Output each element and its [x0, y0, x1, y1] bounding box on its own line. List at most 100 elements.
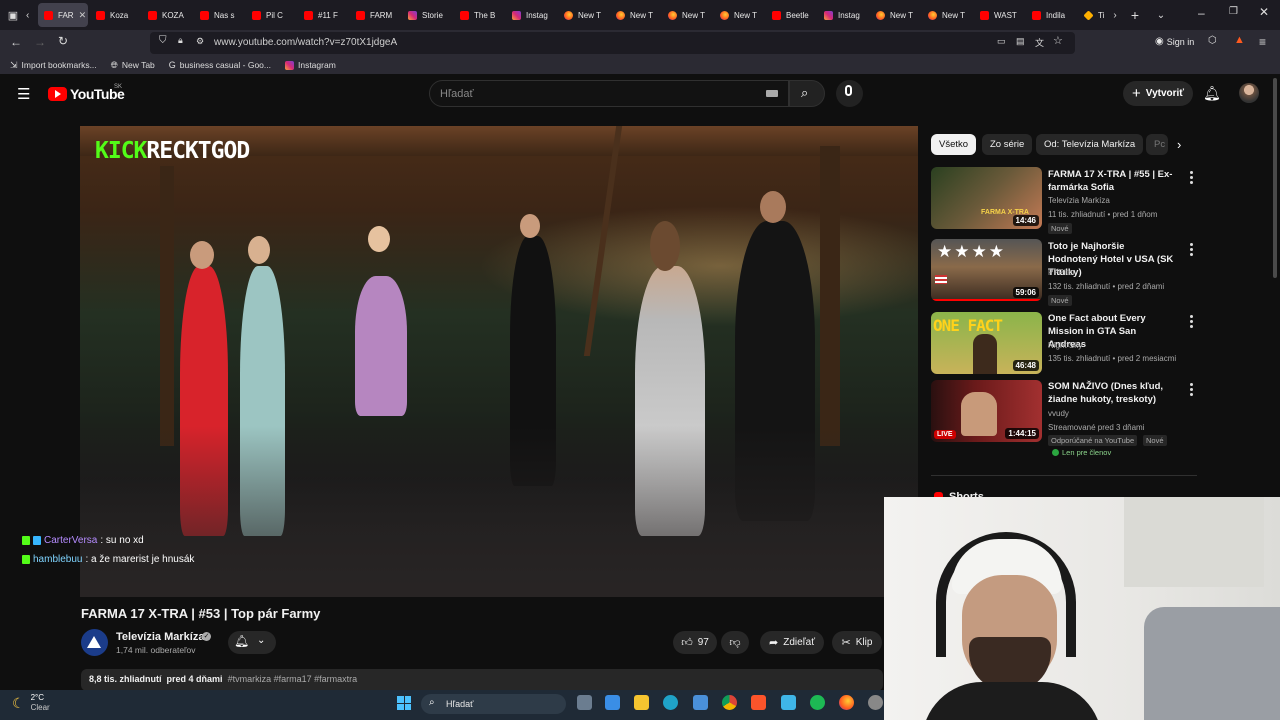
- lock-icon[interactable]: 🔒︎: [178, 35, 183, 46]
- create-button[interactable]: + Vytvoriť: [1123, 81, 1194, 106]
- recommendation-thumbnail[interactable]: LIVE 1:44:15: [931, 380, 1042, 442]
- hamburger-menu-icon[interactable]: ☰: [17, 85, 30, 103]
- browser-tab[interactable]: Pil C: [246, 3, 296, 27]
- chip-more[interactable]: Pc: [1146, 134, 1168, 155]
- browser-tab[interactable]: New T: [558, 3, 608, 27]
- search-input[interactable]: [429, 80, 789, 107]
- browser-tab[interactable]: Instag: [818, 3, 868, 27]
- browser-tab[interactable]: New T: [870, 3, 920, 27]
- browser-tab[interactable]: Instag: [506, 3, 556, 27]
- chrome-icon[interactable]: [722, 695, 737, 710]
- browser-tab[interactable]: KOZA: [142, 3, 192, 27]
- close-window-icon[interactable]: ✕: [1259, 5, 1269, 19]
- scrollbar[interactable]: [1273, 78, 1277, 278]
- chip-scroll-right-icon[interactable]: ›: [1177, 137, 1181, 152]
- browser-tab[interactable]: Ti: [1078, 3, 1108, 27]
- browser-tab[interactable]: Nas s: [194, 3, 244, 27]
- browser-tab[interactable]: Beetle: [766, 3, 816, 27]
- photos-icon[interactable]: [693, 695, 708, 710]
- browser-tab[interactable]: WAST: [974, 3, 1024, 27]
- weather-widget[interactable]: ☾ 2°C Clear: [12, 693, 50, 713]
- dislike-button[interactable]: 👎︎: [721, 631, 749, 654]
- new-tab-icon[interactable]: +: [1122, 7, 1148, 23]
- recommendation-title[interactable]: SOM NAŽIVO (Dnes kľud, žiadne hukoty, tr…: [1048, 380, 1176, 406]
- hashtags[interactable]: #tvmarkiza #farma17 #farmaxtra: [228, 674, 358, 684]
- share-button[interactable]: ➦ Zdieľať: [760, 631, 824, 654]
- chip-from-series[interactable]: Zo série: [982, 134, 1033, 155]
- recommendation-thumbnail[interactable]: ONE FACT 46:48: [931, 312, 1042, 374]
- taskbar-search-input[interactable]: [421, 694, 566, 714]
- browser-tab[interactable]: New T: [714, 3, 764, 27]
- pip-icon[interactable]: ▭: [997, 36, 1006, 47]
- task-view-icon[interactable]: [577, 695, 592, 710]
- browser-tab[interactable]: New T: [610, 3, 660, 27]
- close-tab-icon[interactable]: ✕: [79, 10, 87, 21]
- more-actions-icon[interactable]: [1190, 243, 1194, 258]
- avatar[interactable]: [1239, 83, 1259, 103]
- calendar-app-icon[interactable]: [605, 695, 620, 710]
- browser-tab[interactable]: Indila: [1026, 3, 1076, 27]
- brave-rewards-icon[interactable]: ▲: [1234, 34, 1245, 46]
- start-button[interactable]: [397, 696, 411, 710]
- keyboard-icon[interactable]: [766, 90, 778, 97]
- firefox-icon[interactable]: [839, 695, 854, 710]
- recommendation-thumbnail[interactable]: FARMA X-TRA 14:46: [931, 167, 1042, 229]
- recommendation-thumbnail[interactable]: ★★★★ 59:06: [931, 239, 1042, 301]
- tab-list-icon[interactable]: ▣: [0, 9, 26, 22]
- bookmark-item[interactable]: ⇲ Import bookmarks...: [10, 60, 97, 71]
- more-actions-icon[interactable]: [1190, 171, 1194, 186]
- chip-from-channel[interactable]: Od: Televízia Markíza: [1036, 134, 1144, 155]
- recommendation-channel[interactable]: Night Sky: [1048, 341, 1082, 350]
- brave-icon[interactable]: [751, 695, 766, 710]
- scroll-tabs-right-icon[interactable]: ›: [1108, 10, 1122, 21]
- more-actions-icon[interactable]: [1190, 315, 1194, 330]
- browser-tab[interactable]: FAR ✕: [38, 3, 88, 27]
- browser-tab[interactable]: New T: [662, 3, 712, 27]
- recommendation-channel[interactable]: vvudy: [1048, 409, 1069, 418]
- reader-view-icon[interactable]: ▤: [1016, 36, 1025, 47]
- channel-avatar[interactable]: [81, 629, 108, 656]
- clip-button[interactable]: ✂ Klip: [832, 631, 882, 654]
- back-icon[interactable]: ←: [10, 35, 22, 49]
- bookmark-item[interactable]: Instagram: [284, 60, 336, 70]
- browser-tab[interactable]: Storie: [402, 3, 452, 27]
- file-explorer-icon[interactable]: [634, 695, 649, 710]
- scroll-tabs-left-icon[interactable]: ‹: [26, 10, 38, 21]
- subscription-bell-button[interactable]: 🔔︎ ⌄: [228, 631, 276, 654]
- browser-tab[interactable]: Koza: [90, 3, 140, 27]
- bookmark-item[interactable]: 🌐︎ New Tab: [111, 60, 155, 71]
- reload-icon[interactable]: ↻: [58, 34, 68, 48]
- video-player[interactable]: [80, 126, 918, 597]
- like-button[interactable]: 👍︎ 97: [673, 631, 717, 654]
- forward-icon[interactable]: →: [34, 35, 46, 49]
- sign-in-button[interactable]: ◉ Sign in: [1155, 36, 1194, 47]
- permissions-icon[interactable]: ⚙: [196, 36, 204, 47]
- voice-search-button[interactable]: [836, 80, 863, 107]
- menu-icon[interactable]: ≡: [1259, 35, 1266, 49]
- search-button[interactable]: ⌕: [789, 80, 825, 107]
- extensions-icon[interactable]: ⬡: [1208, 35, 1217, 46]
- spotify-icon[interactable]: [810, 695, 825, 710]
- more-actions-icon[interactable]: [1190, 383, 1194, 398]
- maximize-icon[interactable]: ❐: [1229, 6, 1238, 17]
- browser-tab[interactable]: FARM: [350, 3, 400, 27]
- tracking-shield-icon[interactable]: ⛉: [159, 35, 167, 46]
- recommendation-channel[interactable]: PPPiter: [1048, 268, 1075, 277]
- browser-tab[interactable]: The B: [454, 3, 504, 27]
- tab-overflow-chevron-icon[interactable]: ⌄: [1148, 10, 1174, 21]
- browser-tab[interactable]: New T: [922, 3, 972, 27]
- edge-icon[interactable]: [663, 695, 678, 710]
- notepad-icon[interactable]: [781, 695, 796, 710]
- browser-tab[interactable]: #11 F: [298, 3, 348, 27]
- bookmark-item[interactable]: Gbusiness casual - Goo...: [169, 60, 271, 70]
- notifications-bell-icon[interactable]: 🔔︎: [1203, 85, 1221, 102]
- minimize-icon[interactable]: –: [1198, 6, 1205, 20]
- bookmark-star-icon[interactable]: ☆: [1053, 34, 1063, 47]
- translate-icon[interactable]: 文: [1035, 36, 1044, 49]
- youtube-logo[interactable]: YouTube SK: [48, 84, 125, 102]
- settings-icon[interactable]: [868, 695, 883, 710]
- url-text[interactable]: www.youtube.com/watch?v=z70tX1jdgeA: [214, 37, 397, 48]
- recommendation-channel[interactable]: Televízia Markíza: [1048, 196, 1110, 205]
- channel-name[interactable]: Televízia Markíza: [116, 631, 204, 643]
- recommendation-title[interactable]: FARMA 17 X-TRA | #55 | Ex-farmárka Sofia: [1048, 168, 1176, 194]
